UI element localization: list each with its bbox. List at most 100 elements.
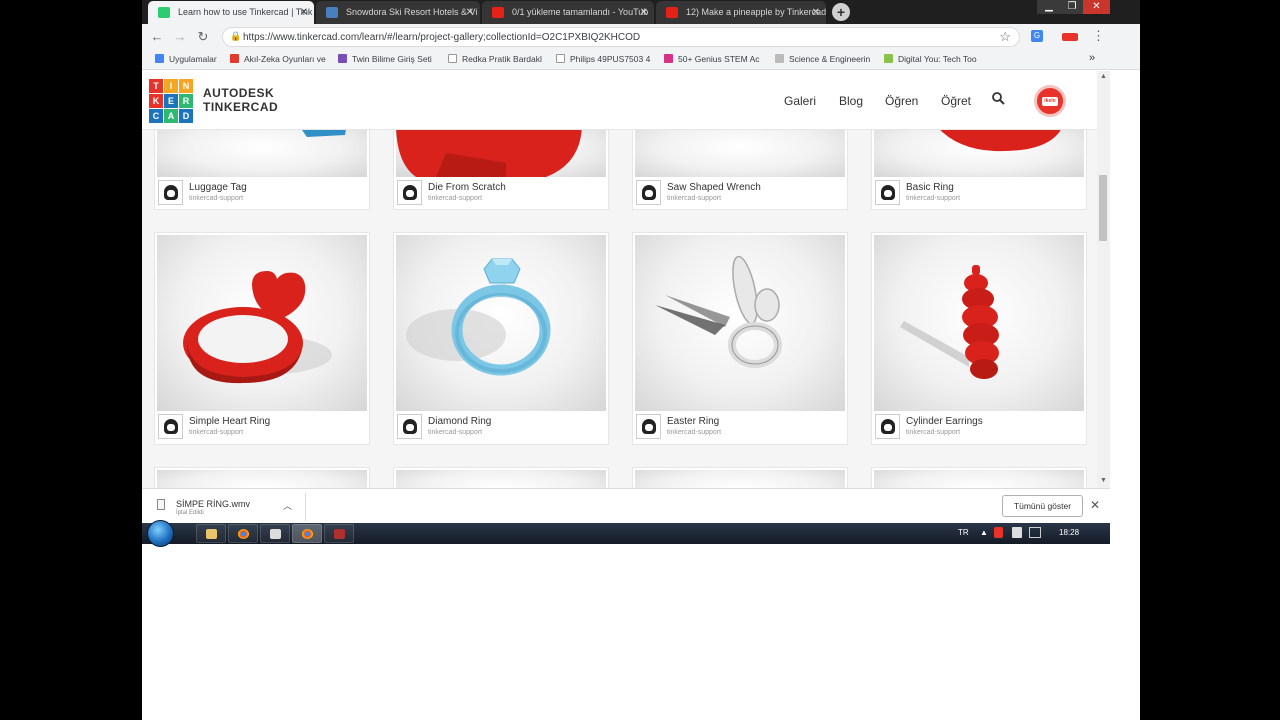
nav-ogren[interactable]: Öğren xyxy=(885,94,918,108)
project-thumbnail xyxy=(157,235,367,411)
project-card[interactable] xyxy=(154,467,370,488)
nav-blog[interactable]: Blog xyxy=(839,94,863,108)
close-tab-icon[interactable]: ✕ xyxy=(640,1,648,24)
taskbar-explorer[interactable] xyxy=(196,524,226,543)
project-card[interactable] xyxy=(632,467,848,488)
author-avatar xyxy=(636,414,661,439)
search-icon[interactable] xyxy=(992,92,1005,108)
close-tab-icon[interactable]: ✕ xyxy=(812,1,820,24)
tray-app-icon[interactable] xyxy=(994,527,1003,538)
project-title: Simple Heart Ring xyxy=(189,416,271,427)
taskbar-chrome[interactable] xyxy=(228,524,258,543)
tinkercad-favicon-icon xyxy=(158,7,170,18)
close-tab-icon[interactable]: ✕ xyxy=(466,1,474,24)
hotel-favicon-icon xyxy=(326,7,338,18)
tinkercad-logo[interactable]: T I N K E R C A D xyxy=(149,79,193,123)
project-card[interactable]: Basic Ring tinkercad-support xyxy=(871,120,1087,210)
new-tab-button[interactable]: + xyxy=(832,3,850,21)
user-avatar[interactable]: ikeln xyxy=(1034,85,1066,117)
project-card[interactable]: Luggage Tag tinkercad-support xyxy=(154,120,370,210)
taskbar-app[interactable] xyxy=(260,524,290,543)
author-avatar xyxy=(875,414,900,439)
bookmark-favicon-icon xyxy=(230,54,239,63)
author-avatar xyxy=(875,180,900,205)
back-arrow-icon[interactable]: ← xyxy=(148,28,166,46)
project-card[interactable]: Simple Heart Ring tinkercad-support xyxy=(154,232,370,445)
start-button[interactable] xyxy=(147,520,174,547)
project-card[interactable]: Easter Ring tinkercad-support xyxy=(632,232,848,445)
avatar-label: ikeln xyxy=(1042,97,1058,106)
bookmark-star-icon[interactable]: ☆ xyxy=(999,29,1011,45)
tab-snowdora[interactable]: Snowdora Ski Resort Hotels & Vi ✕ xyxy=(316,1,480,24)
bookmark-stem[interactable]: 50+ Genius STEM Ac xyxy=(664,54,760,64)
logo-letter: N xyxy=(179,79,193,93)
bookmark-twin[interactable]: Twin Bilime Giriş Seti xyxy=(338,54,432,64)
omnibox[interactable]: 🔒 https://www.tinkercad.com/learn/#/lear… xyxy=(222,27,1020,47)
tab-youtube-upload[interactable]: 0/1 yükleme tamamlandı - YouTub ✕ xyxy=(482,1,654,24)
restore-button[interactable]: ❐ xyxy=(1061,0,1083,14)
page-icon xyxy=(556,54,565,63)
more-bookmarks-chevron-icon[interactable]: » xyxy=(1089,52,1095,64)
tab-tinkercad[interactable]: Learn how to use Tinkercad | Tink ✕ xyxy=(148,1,314,24)
language-indicator[interactable]: TR xyxy=(958,528,969,537)
project-title: Basic Ring xyxy=(906,182,954,193)
bookmark-favicon-icon xyxy=(664,54,673,63)
project-card[interactable]: Diamond Ring tinkercad-support xyxy=(393,232,609,445)
lock-icon: 🔒 xyxy=(230,31,242,41)
show-all-button[interactable]: Tümünü göster xyxy=(1002,495,1083,517)
project-card[interactable] xyxy=(393,467,609,488)
close-tab-icon[interactable]: ✕ xyxy=(300,1,308,24)
scroll-up-arrow-icon[interactable]: ▲ xyxy=(1097,73,1110,80)
project-card[interactable]: Saw Shaped Wrench tinkercad-support xyxy=(632,120,848,210)
project-card[interactable]: Die From Scratch tinkercad-support xyxy=(393,120,609,210)
minimize-button[interactable]: ▁ xyxy=(1037,0,1061,14)
window-close-button[interactable]: ✕ xyxy=(1083,0,1110,14)
download-filename[interactable]: SİMPE RİNG.wmv xyxy=(176,499,250,509)
page-scrollbar[interactable]: ▲ ▼ xyxy=(1097,71,1110,488)
chevron-up-icon[interactable]: ︿ xyxy=(283,499,292,512)
bookmark-redka[interactable]: Redka Pratik Bardakl xyxy=(448,54,542,64)
bookmark-apps[interactable]: Uygulamalar xyxy=(155,54,217,64)
action-center-flag-icon[interactable] xyxy=(1012,527,1022,538)
tray-expand-icon[interactable]: ▲ xyxy=(980,528,988,537)
project-author: tinkercad-support xyxy=(428,195,483,202)
nav-ogret[interactable]: Öğret xyxy=(941,94,971,108)
author-avatar xyxy=(158,180,183,205)
bookmark-science[interactable]: Science & Engineerin xyxy=(775,54,870,64)
clock[interactable]: 18:28 xyxy=(1059,528,1079,537)
project-author: tinkercad-support xyxy=(906,195,961,202)
project-card[interactable]: Cylinder Earrings tinkercad-support xyxy=(871,232,1087,445)
project-thumbnail xyxy=(396,470,606,488)
reload-icon[interactable]: ↻ xyxy=(194,28,212,46)
page-icon xyxy=(448,54,457,63)
scrollbar-thumb[interactable] xyxy=(1099,175,1107,241)
logo-letter: I xyxy=(164,79,178,93)
tab-title: Learn how to use Tinkercad | Tink xyxy=(178,7,313,17)
logo-letter: E xyxy=(164,94,178,108)
project-title: Easter Ring xyxy=(667,416,720,427)
tab-pineapple[interactable]: 12) Make a pineapple by Tinkercad ✕ xyxy=(656,1,826,24)
bookmark-digital-you[interactable]: Digital You: Tech Too xyxy=(884,54,977,64)
taskbar-chrome-active[interactable] xyxy=(292,524,322,543)
extension-icon[interactable] xyxy=(1062,33,1078,41)
taskbar-media[interactable] xyxy=(324,524,354,543)
menu-kebab-icon[interactable]: ⋮ xyxy=(1092,28,1105,44)
tab-title: Snowdora Ski Resort Hotels & Vi xyxy=(346,7,478,17)
chrome-icon xyxy=(302,529,313,539)
project-card[interactable] xyxy=(871,467,1087,488)
chrome-icon xyxy=(238,529,249,539)
project-title: Luggage Tag xyxy=(189,182,247,193)
project-author: tinkercad-support xyxy=(667,195,722,202)
bookmark-akil-zeka[interactable]: Akıl-Zeka Oyunları ve xyxy=(230,54,326,64)
close-icon[interactable]: ✕ xyxy=(1090,498,1100,512)
network-icon[interactable] xyxy=(1029,527,1041,538)
screen: Learn how to use Tinkercad | Tink ✕ Snow… xyxy=(142,0,1140,720)
nav-galeri[interactable]: Galeri xyxy=(784,94,816,108)
logo-letter: R xyxy=(179,94,193,108)
scroll-down-arrow-icon[interactable]: ▼ xyxy=(1097,477,1110,484)
project-thumbnail xyxy=(396,123,606,177)
bookmark-philips[interactable]: Philips 49PUS7503 4 xyxy=(556,54,650,64)
translate-icon[interactable]: G xyxy=(1031,30,1043,42)
project-thumbnail xyxy=(874,123,1084,177)
forward-arrow-icon[interactable]: → xyxy=(171,28,189,46)
